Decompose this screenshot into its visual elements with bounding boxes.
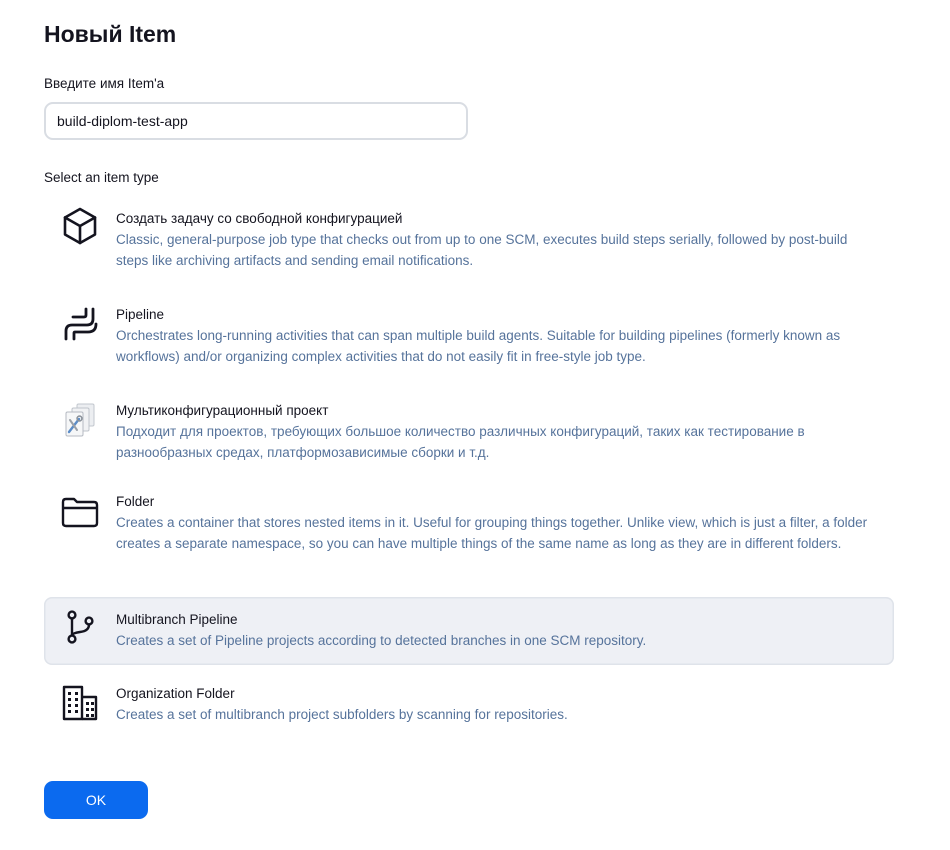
item-type-description: Creates a set of multibranch project sub… bbox=[116, 707, 568, 722]
folder-icon bbox=[60, 491, 100, 531]
item-type-name: Мультиконфигурационный проект bbox=[116, 403, 329, 418]
item-type-description: Creates a container that stores nested i… bbox=[116, 515, 868, 551]
item-name-input[interactable] bbox=[44, 102, 468, 140]
item-type-description: Classic, general-purpose job type that c… bbox=[116, 232, 848, 268]
item-type-name: Создать задачу со свободной конфигурацие… bbox=[116, 211, 403, 226]
item-type-name: Multibranch Pipeline bbox=[116, 612, 238, 627]
item-type-name: Organization Folder bbox=[116, 686, 235, 701]
item-type-name: Folder bbox=[116, 494, 155, 509]
item-type-description: Creates a set of Pipeline projects accor… bbox=[116, 633, 647, 648]
item-type-multibranch-pipeline[interactable]: Multibranch Pipeline Creates a set of Pi… bbox=[44, 597, 894, 665]
matrix-project-icon bbox=[60, 400, 100, 440]
pipeline-icon bbox=[60, 304, 100, 344]
item-type-pipeline[interactable]: Pipeline Orchestrates long-running activ… bbox=[44, 294, 894, 376]
item-type-folder[interactable]: Folder Creates a container that stores n… bbox=[44, 481, 894, 584]
ok-button[interactable]: OK bbox=[44, 781, 148, 819]
item-type-freestyle[interactable]: Создать задачу со свободной конфигурацие… bbox=[44, 198, 894, 280]
item-type-multi-configuration[interactable]: Мультиконфигурационный проект Подходит д… bbox=[44, 390, 894, 472]
item-name-label: Введите имя Item'a bbox=[44, 76, 165, 91]
item-type-name: Pipeline bbox=[116, 307, 165, 322]
page-title: Новый Item bbox=[44, 21, 177, 47]
item-type-description: Orchestrates long-running activities tha… bbox=[116, 328, 841, 364]
freestyle-cube-icon bbox=[60, 206, 100, 246]
item-type-description: Подходит для проектов, требующих большое… bbox=[116, 424, 805, 460]
git-branch-icon bbox=[60, 607, 100, 647]
item-type-label: Select an item type bbox=[44, 170, 159, 185]
new-item-page: Новый Item Введите имя Item'a Select an … bbox=[0, 0, 950, 850]
organization-building-icon bbox=[60, 683, 100, 723]
item-type-organization-folder[interactable]: Organization Folder Creates a set of mul… bbox=[44, 673, 894, 735]
